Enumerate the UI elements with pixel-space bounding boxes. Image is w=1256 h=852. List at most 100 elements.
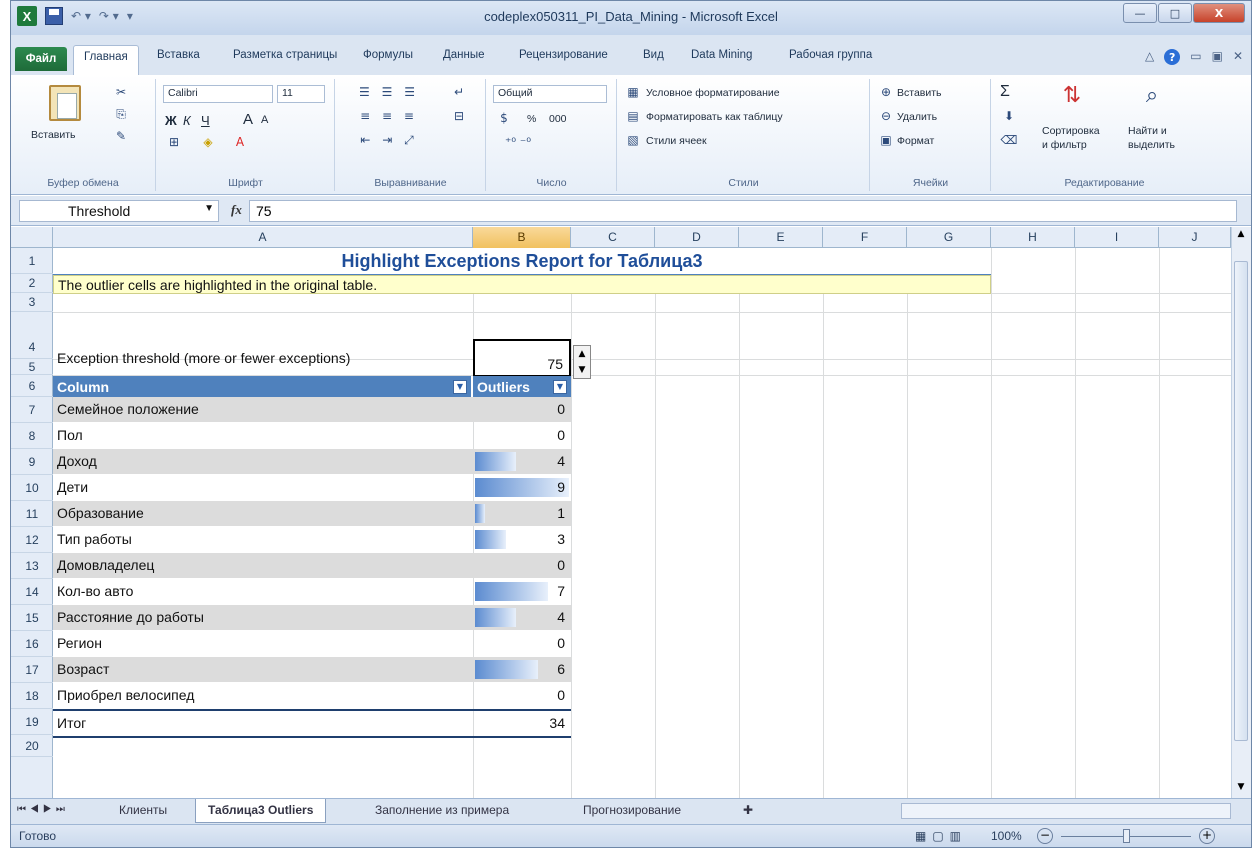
row-outlier-count[interactable]: 7 — [473, 579, 571, 604]
col-header-a[interactable]: A — [53, 227, 473, 248]
tab-file[interactable]: Файл — [15, 47, 67, 71]
cell-styles-icon[interactable]: ▧ — [624, 133, 642, 147]
maximize-button[interactable]: □ — [1158, 3, 1192, 23]
row-header[interactable]: 14 — [11, 579, 53, 605]
font-name-combo[interactable]: Calibri — [163, 85, 273, 103]
format-as-table-icon[interactable]: ▤ — [624, 109, 642, 123]
workbook-maximize-icon[interactable]: ▣ — [1212, 49, 1223, 65]
font-size-combo[interactable]: 11 — [277, 85, 325, 103]
row-header[interactable]: 5 — [11, 359, 53, 375]
row-column-name[interactable]: Возраст — [53, 657, 471, 682]
indent-icons[interactable]: ⇤ ⇥ ⤢ — [344, 133, 434, 148]
row-outlier-count[interactable]: 0 — [473, 553, 571, 578]
row-header[interactable]: 4 — [11, 312, 53, 359]
row-outlier-count[interactable]: 4 — [473, 449, 571, 474]
merge-center-icon[interactable]: ⊟ — [448, 109, 470, 123]
row-outlier-count[interactable]: 3 — [473, 527, 571, 552]
col-header-c[interactable]: C — [571, 227, 655, 248]
row-header[interactable]: 3 — [11, 293, 53, 312]
copy-icon[interactable]: ⎘ — [111, 107, 131, 122]
currency-icon[interactable]: $ — [493, 111, 515, 125]
name-box[interactable]: Threshold ▼ — [19, 200, 219, 222]
sheet-tab-forecasting[interactable]: Прогнозирование — [571, 799, 693, 823]
insert-cells-button[interactable]: Вставить — [897, 87, 942, 99]
fill-icon[interactable]: ⬇ — [1000, 109, 1018, 123]
filter-dropdown-icon[interactable]: ▼ — [553, 380, 567, 394]
conditional-formatting-button[interactable]: Условное форматирование — [646, 87, 780, 99]
sort-label-2[interactable]: и фильтр — [1042, 139, 1087, 151]
find-label-2[interactable]: выделить — [1128, 139, 1175, 151]
tab-view[interactable]: Вид — [643, 49, 664, 61]
cell-styles-button[interactable]: Стили ячеек — [646, 135, 707, 147]
format-as-table-button[interactable]: Форматировать как таблицу — [646, 111, 783, 123]
zoom-in-button[interactable]: + — [1199, 828, 1215, 844]
number-format-combo[interactable]: Общий — [493, 85, 607, 103]
zoom-level[interactable]: 100% — [991, 829, 1022, 843]
fill-color-icon[interactable]: ◈ — [197, 135, 219, 149]
format-painter-icon[interactable]: ✎ — [111, 129, 131, 143]
row-header[interactable]: 11 — [11, 501, 53, 527]
row-column-name[interactable]: Семейное положение — [53, 397, 471, 422]
shrink-font-button[interactable]: A — [261, 114, 268, 126]
row-column-name[interactable]: Приобрел велосипед — [53, 683, 471, 708]
row-column-name[interactable]: Образование — [53, 501, 471, 526]
horizontal-scrollbar[interactable] — [901, 803, 1231, 819]
delete-cells-button[interactable]: Удалить — [897, 111, 937, 123]
find-label-1[interactable]: Найти и — [1128, 125, 1167, 137]
tab-formulas[interactable]: Формулы — [363, 49, 413, 61]
sheet-tab-fill-from-example[interactable]: Заполнение из примера — [363, 799, 521, 823]
formula-input[interactable]: 75 — [249, 200, 1237, 222]
underline-button[interactable]: Ч — [201, 113, 210, 128]
row-header[interactable]: 18 — [11, 683, 53, 709]
insert-sheet-icon[interactable]: ✚ — [731, 799, 765, 823]
row-header[interactable]: 6 — [11, 375, 53, 397]
row-header[interactable]: 20 — [11, 735, 53, 757]
row-outlier-count[interactable]: 9 — [473, 475, 571, 500]
close-button[interactable]: X — [1193, 3, 1245, 23]
row-header[interactable]: 16 — [11, 631, 53, 657]
row-outlier-count[interactable]: 0 — [473, 397, 571, 422]
italic-button[interactable]: К — [183, 113, 191, 128]
tab-workgroup[interactable]: Рабочая группа — [789, 49, 872, 61]
bold-button[interactable]: Ж — [165, 113, 177, 128]
row-header[interactable]: 15 — [11, 605, 53, 631]
col-header-d[interactable]: D — [655, 227, 739, 248]
tab-insert[interactable]: Вставка — [157, 49, 200, 61]
row-outlier-count[interactable]: 6 — [473, 657, 571, 682]
font-color-icon[interactable]: A — [229, 135, 251, 149]
vertical-scrollbar[interactable]: ▲ ▼ — [1231, 227, 1251, 798]
col-header-j[interactable]: J — [1159, 227, 1231, 248]
name-box-dropdown-icon[interactable]: ▼ — [204, 203, 214, 214]
cut-icon[interactable]: ✂ — [111, 85, 131, 99]
minimize-button[interactable]: — — [1123, 3, 1157, 23]
find-select-icon[interactable]: ⌕ — [1134, 83, 1170, 108]
row-outlier-count[interactable]: 0 — [473, 683, 571, 708]
tab-data-mining[interactable]: Data Mining — [691, 49, 752, 61]
clear-icon[interactable]: ⌫ — [1000, 133, 1018, 147]
format-cells-button[interactable]: Формат — [897, 135, 934, 147]
col-header-b[interactable]: B — [473, 227, 571, 248]
paste-icon[interactable] — [49, 85, 81, 121]
insert-function-icon[interactable]: fx — [231, 202, 242, 218]
row-outlier-count[interactable]: 1 — [473, 501, 571, 526]
wrap-text-icon[interactable]: ↵ — [448, 85, 470, 99]
select-all-corner[interactable] — [11, 227, 53, 248]
percent-button[interactable]: % — [527, 113, 536, 125]
format-cells-icon[interactable]: ▣ — [877, 133, 895, 147]
vertical-align-icons[interactable]: ☰ ☰ ☰ — [344, 85, 434, 99]
row-column-name[interactable]: Регион — [53, 631, 471, 656]
row-outlier-count[interactable]: 0 — [473, 423, 571, 448]
view-mode-icons[interactable]: ▦▢▥ — [915, 829, 967, 843]
col-header-e[interactable]: E — [739, 227, 823, 248]
row-header[interactable]: 10 — [11, 475, 53, 501]
scroll-thumb[interactable] — [1234, 261, 1248, 741]
row-header[interactable]: 9 — [11, 449, 53, 475]
sheet-nav-icons[interactable]: ⏮◀▶⏭ — [11, 799, 75, 823]
tab-review[interactable]: Рецензирование — [519, 49, 608, 61]
autosum-button[interactable]: Σ — [1000, 83, 1010, 101]
scroll-down-icon[interactable]: ▼ — [1234, 782, 1248, 796]
col-header-i[interactable]: I — [1075, 227, 1159, 248]
zoom-out-button[interactable]: − — [1037, 828, 1053, 844]
borders-icon[interactable]: ⊞ — [165, 135, 183, 149]
row-header[interactable]: 2 — [11, 274, 53, 293]
